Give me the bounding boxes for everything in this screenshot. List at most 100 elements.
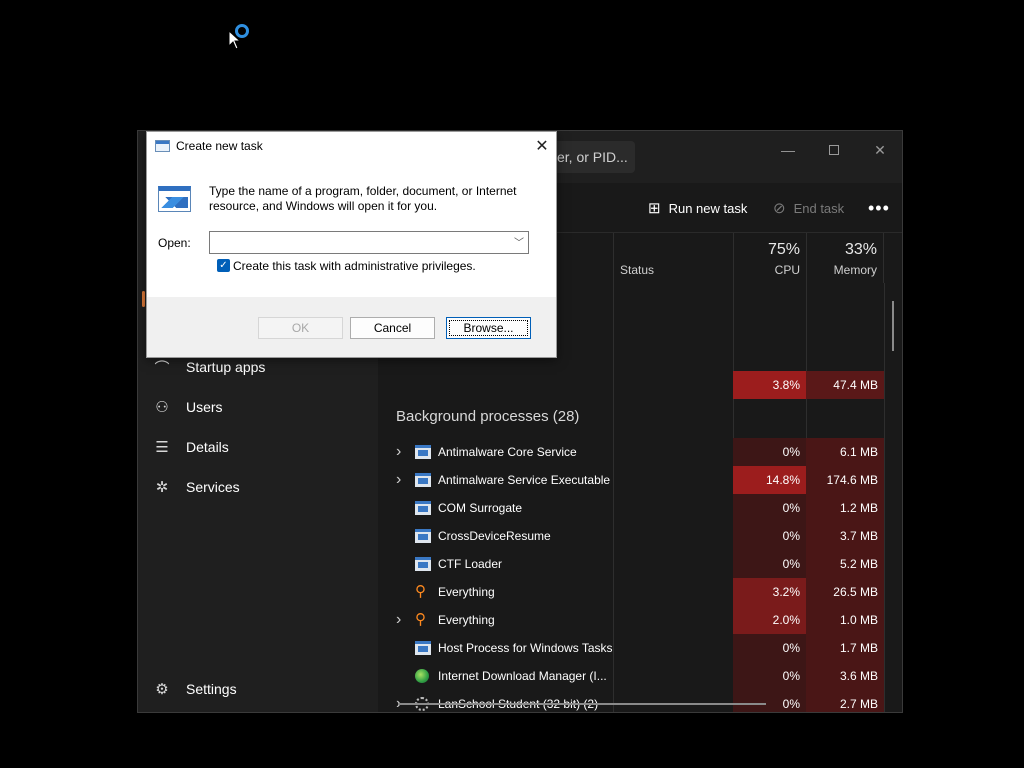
cpu-cell: 0%	[733, 662, 806, 690]
cpu-total-percent: 75%	[767, 241, 800, 258]
run-dialog-icon	[155, 140, 170, 152]
selected-indicator	[142, 291, 145, 307]
memory-cell: 2.7 MB	[806, 690, 884, 712]
cpu-header-label: CPU	[774, 263, 800, 277]
dialog-footer: OK Cancel Browse...	[147, 297, 556, 357]
search-box[interactable]: er, or PID...	[553, 141, 635, 173]
end-task-button[interactable]: ⊘ End task	[773, 196, 844, 220]
dialog-titlebar: Create new task ✕	[147, 132, 556, 162]
sidebar-item-services[interactable]: ✲ Services	[138, 469, 378, 505]
sidebar-item-label: Users	[186, 399, 223, 415]
cpu-cell: 0%	[733, 690, 806, 712]
search-icon: ⚲	[415, 611, 426, 628]
memory-cell: 47.4 MB	[806, 371, 884, 399]
table-row[interactable]: › Antimalware Core Service 0% 6.1 MB	[378, 438, 902, 466]
maximize-button[interactable]	[814, 135, 854, 165]
process-name: Antimalware Service Executable	[438, 473, 611, 487]
cpu-cell: 0%	[733, 550, 806, 578]
horizontal-scrollbar[interactable]	[398, 703, 766, 705]
window-icon	[415, 641, 431, 655]
table-row[interactable]: › ⚲ Everything 2.0% 1.0 MB	[378, 606, 902, 634]
cpu-cell: 2.0%	[733, 606, 806, 634]
process-name: CrossDeviceResume	[438, 529, 551, 543]
search-icon: ⚲	[415, 583, 426, 600]
list-icon: ☰	[155, 439, 169, 456]
process-name: CTF Loader	[438, 557, 503, 571]
chevron-right-icon[interactable]: ›	[396, 606, 408, 634]
memory-cell: 6.1 MB	[806, 438, 884, 466]
table-row[interactable]: Host Process for Windows Tasks 0% 1.7 MB	[378, 634, 902, 662]
sidebar-item-settings[interactable]: ⚙ Settings	[138, 671, 378, 707]
chevron-right-icon[interactable]: ›	[396, 690, 408, 712]
sidebar-item-label: Startup apps	[186, 359, 266, 375]
dialog-body: Type the name of a program, folder, docu…	[147, 162, 556, 297]
memory-cell: 26.5 MB	[806, 578, 884, 606]
memory-cell: 5.2 MB	[806, 550, 884, 578]
cancel-button[interactable]: Cancel	[350, 317, 435, 339]
process-name: Internet Download Manager (I...	[438, 669, 607, 683]
open-label: Open:	[158, 236, 191, 250]
ok-button[interactable]: OK	[258, 317, 343, 339]
window-icon	[415, 445, 431, 459]
busy-spinner-icon	[235, 24, 249, 38]
admin-privileges-label[interactable]: Create this task with administrative pri…	[233, 259, 476, 273]
idm-icon	[415, 669, 429, 683]
cpu-cell: 14.8%	[733, 466, 806, 494]
background-processes-heading: Background processes (28)	[396, 408, 580, 425]
cpu-cell: 3.8%	[733, 371, 806, 399]
dialog-close-button[interactable]: ✕	[531, 136, 553, 158]
chevron-right-icon[interactable]: ›	[396, 466, 408, 494]
more-options-button[interactable]: •••	[868, 196, 890, 220]
run-new-task-button[interactable]: ⊞ Run new task	[648, 196, 747, 220]
dialog-description: Type the name of a program, folder, docu…	[209, 184, 517, 213]
process-name: COM Surrogate	[438, 501, 523, 515]
memory-cell: 3.6 MB	[806, 662, 884, 690]
browse-button[interactable]: Browse...	[446, 317, 531, 339]
table-row[interactable]: CTF Loader 0% 5.2 MB	[378, 550, 902, 578]
create-new-task-dialog: Create new task ✕ Type the name of a pro…	[146, 131, 557, 358]
end-task-label: End task	[793, 200, 845, 216]
memory-cell: 3.7 MB	[806, 522, 884, 550]
window-icon	[415, 473, 431, 487]
column-header-memory[interactable]: 33% Memory	[806, 233, 884, 283]
column-header-cpu[interactable]: 75% CPU	[733, 233, 806, 283]
sidebar-item-details[interactable]: ☰ Details	[138, 429, 378, 465]
table-row[interactable]: › LanSchool Student (32 bit) (2) 0%2.7 MB	[378, 690, 902, 712]
table-row[interactable]: Internet Download Manager (I... 0% 3.6 MB	[378, 662, 902, 690]
open-combobox[interactable]: ﹀	[209, 231, 529, 254]
puzzle-icon: ✲	[155, 479, 169, 496]
process-name: Host Process for Windows Tasks	[438, 641, 613, 655]
run-task-icon: ⊞	[648, 200, 661, 217]
run-program-icon	[158, 186, 191, 212]
column-header-status[interactable]: Status	[613, 233, 733, 283]
cpu-cell: 0%	[733, 438, 806, 466]
admin-privileges-checkbox[interactable]: ✓	[217, 259, 230, 272]
memory-header-label: Memory	[833, 263, 877, 277]
sidebar-item-label: Services	[186, 479, 240, 495]
table-row[interactable]: 3.8% 47.4 MB	[378, 371, 902, 399]
memory-cell: 1.7 MB	[806, 634, 884, 662]
table-row[interactable]: CrossDeviceResume 0% 3.7 MB	[378, 522, 902, 550]
process-name: Everything	[438, 585, 495, 599]
close-button[interactable]: ✕	[860, 135, 900, 165]
memory-total-percent: 33%	[844, 241, 877, 258]
window-icon	[415, 557, 431, 571]
sidebar-item-label: Settings	[186, 681, 237, 697]
cpu-cell: 3.2%	[733, 578, 806, 606]
chevron-down-icon[interactable]: ﹀	[514, 234, 524, 249]
table-row[interactable]: ⚲ Everything 3.2% 26.5 MB	[378, 578, 902, 606]
window-icon	[415, 529, 431, 543]
dialog-title: Create new task	[176, 139, 263, 153]
process-name: Antimalware Core Service	[438, 445, 577, 459]
desktop: er, or PID... — ✕ ⌒ Startup apps ⚇ Users…	[0, 0, 1024, 768]
sidebar-item-users[interactable]: ⚇ Users	[138, 389, 378, 425]
minimize-button[interactable]: —	[768, 135, 808, 165]
cpu-cell: 0%	[733, 522, 806, 550]
end-task-icon: ⊘	[773, 200, 786, 217]
table-row[interactable]: COM Surrogate 0% 1.2 MB	[378, 494, 902, 522]
cpu-cell: 0%	[733, 634, 806, 662]
chevron-right-icon[interactable]: ›	[396, 438, 408, 466]
table-row[interactable]: › Antimalware Service Executable 14.8% 174.…	[378, 466, 902, 494]
window-icon	[415, 501, 431, 515]
vertical-scrollbar[interactable]	[892, 301, 894, 351]
